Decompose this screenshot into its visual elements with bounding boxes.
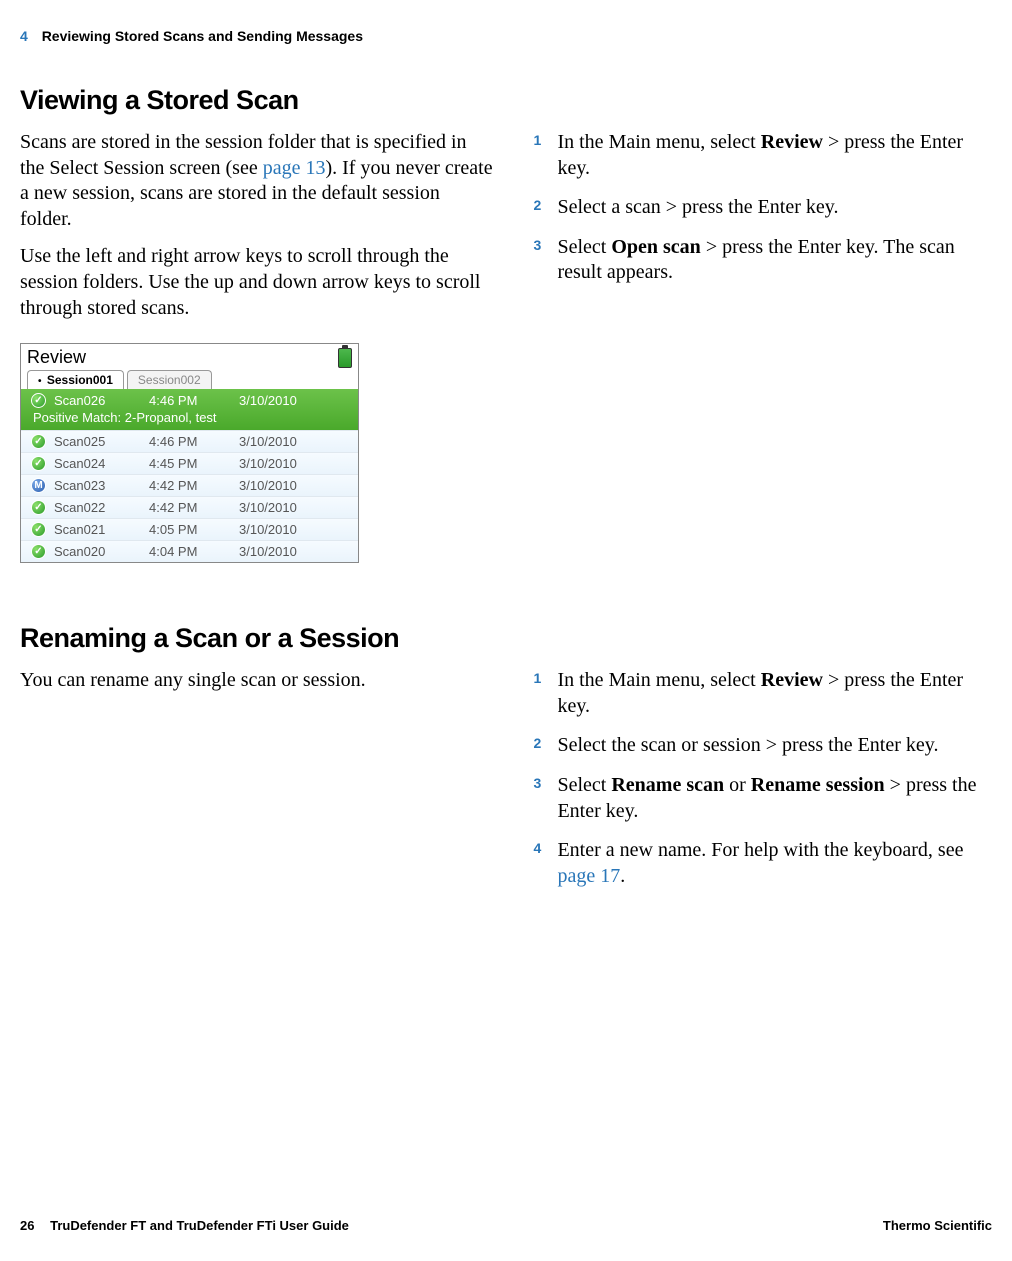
check-icon: ✓: [31, 393, 46, 408]
list-item-selected[interactable]: ✓ Scan026 4:46 PM 3/10/2010 Positive Mat…: [21, 389, 358, 430]
paragraph: Scans are stored in the session folder t…: [20, 130, 493, 232]
selected-subtitle: Positive Match: 2-Propanol, test: [31, 410, 348, 425]
check-icon: ✓: [31, 544, 46, 559]
link-page-13[interactable]: page 13: [263, 157, 326, 179]
list-item[interactable]: ✓ Scan024 4:45 PM 3/10/2010: [21, 452, 358, 474]
step-3: 3Select Rename scan or Rename session > …: [533, 773, 992, 824]
page-footer: 26 TruDefender FT and TruDefender FTi Us…: [20, 1218, 992, 1233]
tab-session001[interactable]: • Session001: [27, 370, 124, 389]
list-item[interactable]: ✓ Scan025 4:46 PM 3/10/2010: [21, 430, 358, 452]
check-icon: ✓: [31, 434, 46, 449]
scan-list: ✓ Scan026 4:46 PM 3/10/2010 Positive Mat…: [21, 389, 358, 562]
step-2: 2Select the scan or session > press the …: [533, 733, 992, 759]
section-heading-renaming: Renaming a Scan or a Session: [20, 623, 992, 654]
section-heading-viewing: Viewing a Stored Scan: [20, 85, 992, 116]
step-1: 1In the Main menu, select Review > press…: [533, 668, 992, 719]
check-icon: ✓: [31, 456, 46, 471]
battery-icon: [338, 348, 352, 368]
list-item[interactable]: ✓ Scan020 4:04 PM 3/10/2010: [21, 540, 358, 562]
check-icon: ✓: [31, 522, 46, 537]
list-item[interactable]: ✓ Scan022 4:42 PM 3/10/2010: [21, 496, 358, 518]
doc-title: TruDefender FT and TruDefender FTi User …: [50, 1218, 349, 1233]
link-page-17[interactable]: page 17: [557, 865, 620, 887]
paragraph: Use the left and right arrow keys to scr…: [20, 244, 493, 321]
step-2: 2Select a scan > press the Enter key.: [533, 195, 992, 221]
list-item[interactable]: M Scan023 4:42 PM 3/10/2010: [21, 474, 358, 496]
check-icon: ✓: [31, 500, 46, 515]
list-item[interactable]: ✓ Scan021 4:05 PM 3/10/2010: [21, 518, 358, 540]
paragraph: You can rename any single scan or sessio…: [20, 668, 493, 694]
screenshot-title: Review: [27, 347, 86, 368]
step-4: 4Enter a new name. For help with the key…: [533, 838, 992, 889]
step-3: 3Select Open scan > press the Enter key.…: [533, 235, 992, 286]
chapter-title: Reviewing Stored Scans and Sending Messa…: [42, 28, 363, 44]
step-1: 1In the Main menu, select Review > press…: [533, 130, 992, 181]
running-header: 4 Reviewing Stored Scans and Sending Mes…: [20, 28, 363, 44]
chapter-number: 4: [20, 28, 28, 44]
page-number: 26: [20, 1218, 34, 1233]
tab-session002[interactable]: Session002: [127, 370, 212, 389]
brand-name: Thermo Scientific: [883, 1218, 992, 1233]
review-screenshot: Review • Session001 Session002 ✓ Scan026…: [20, 343, 359, 563]
mixture-icon: M: [31, 478, 46, 493]
